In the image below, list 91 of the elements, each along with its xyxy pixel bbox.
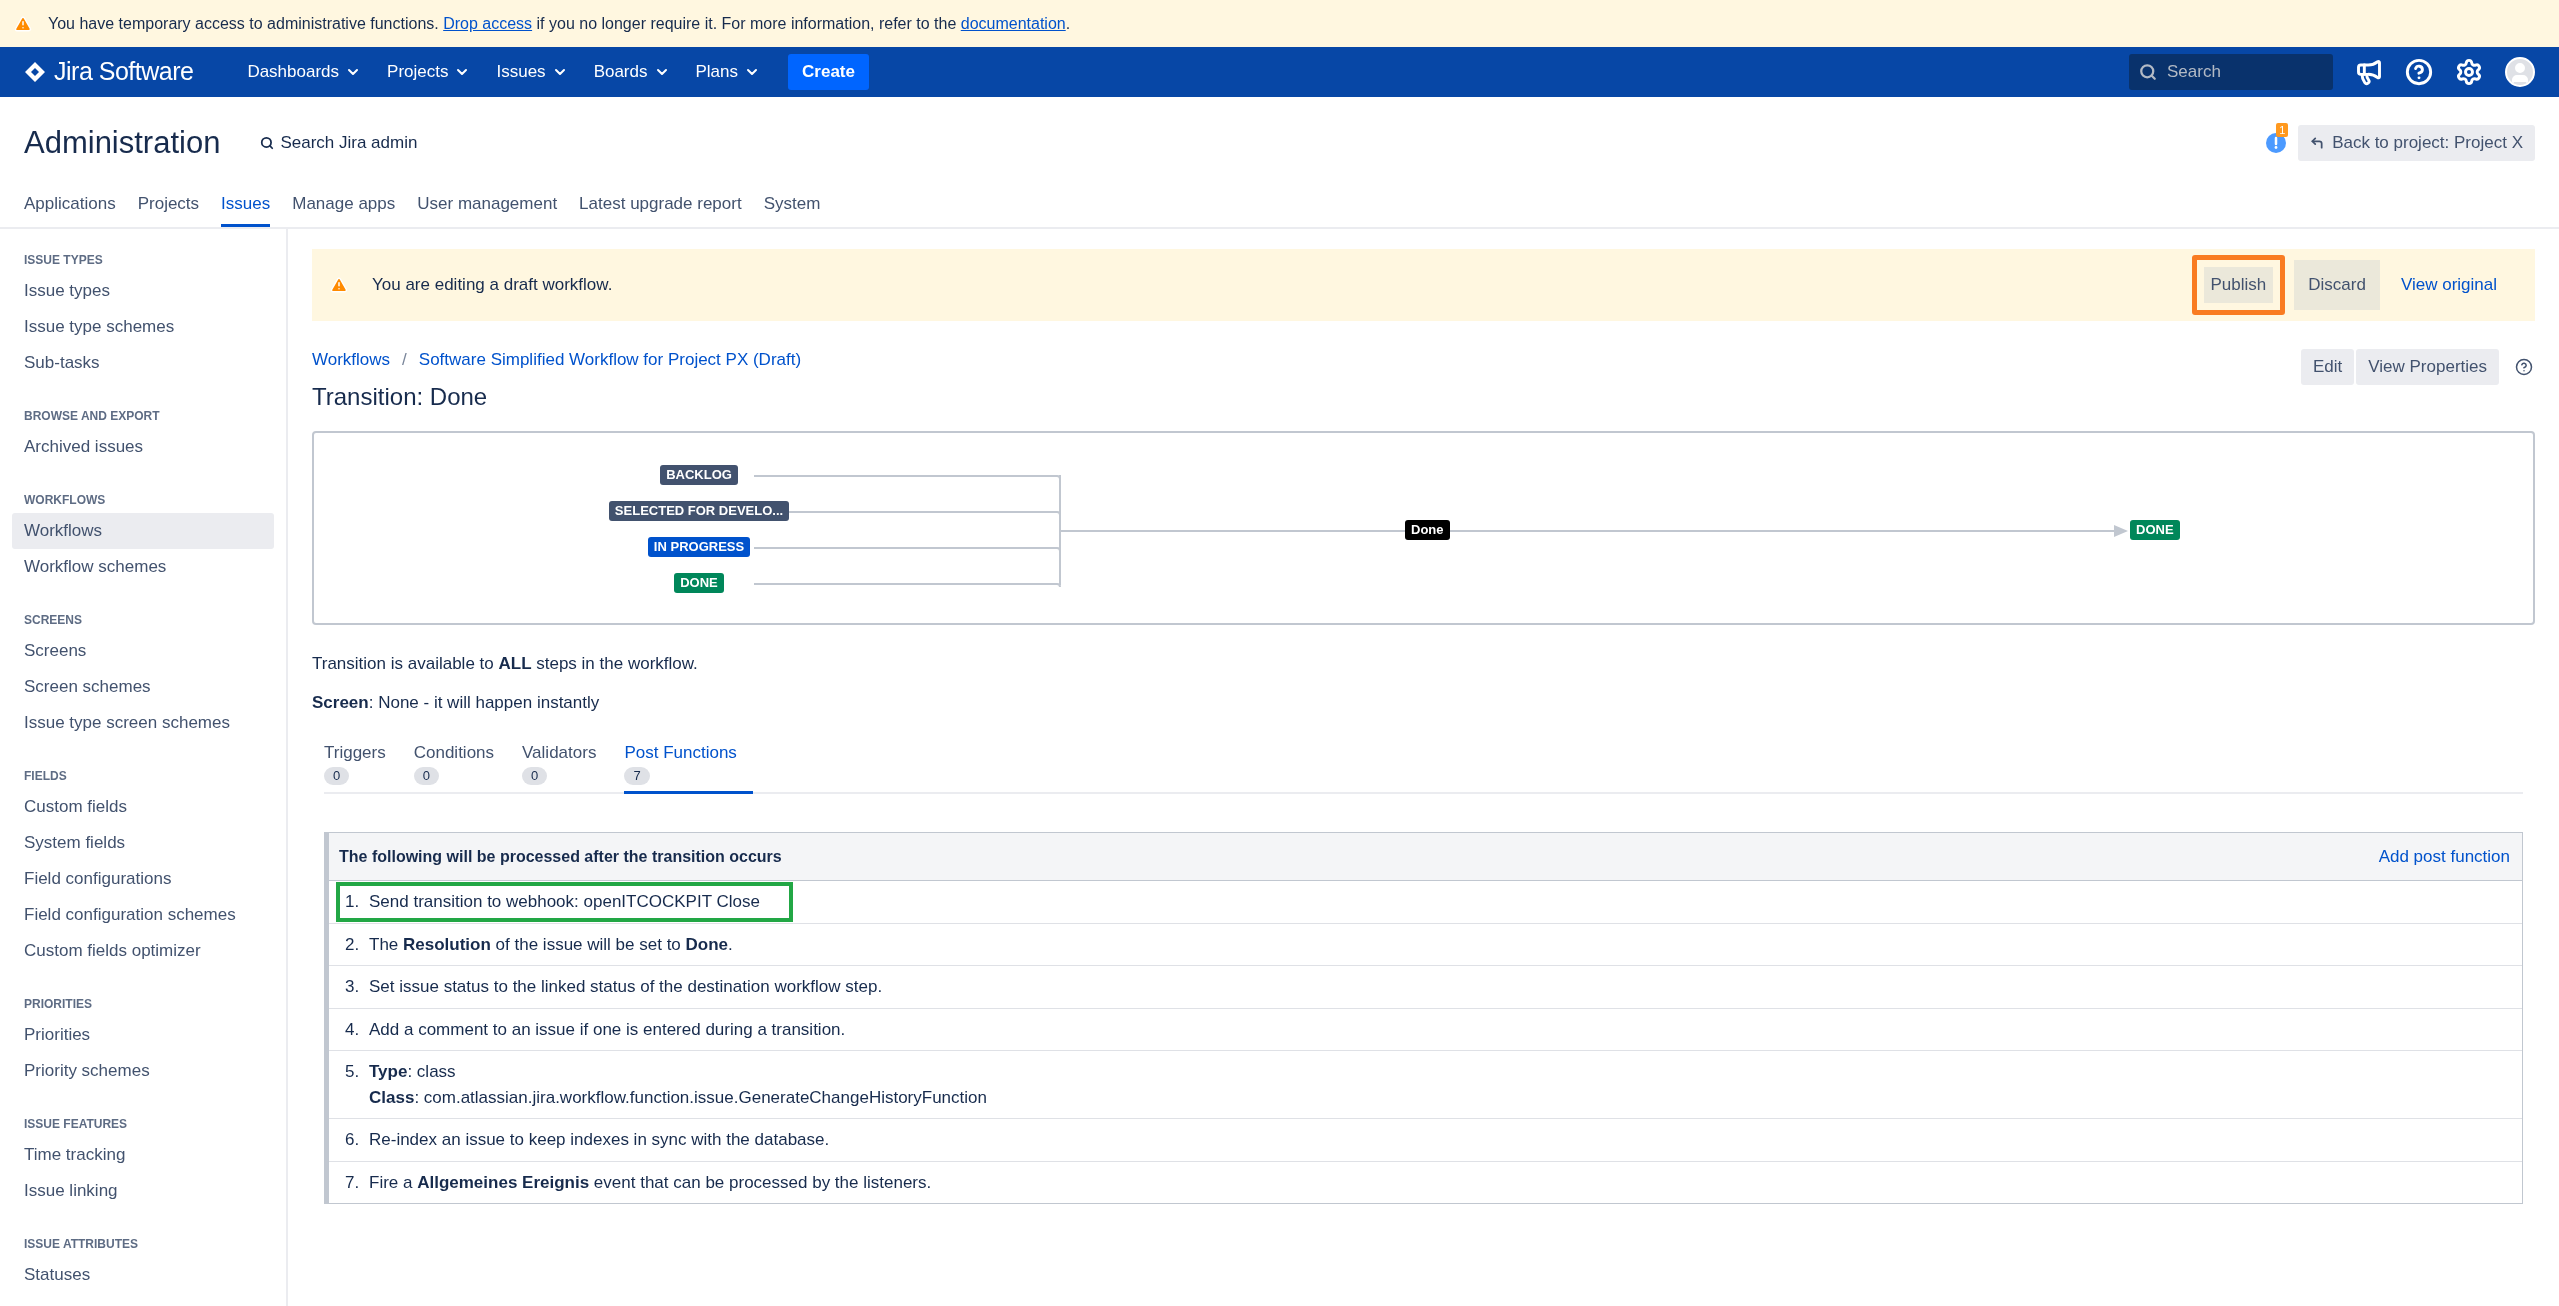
warning-icon — [14, 14, 32, 33]
post-function-row-text: 6. Re-index an issue to keep indexes in sync with the database. — [344, 1129, 831, 1151]
action-button[interactable]: Edit — [2300, 349, 2355, 385]
search-field[interactable]: Search — [2129, 54, 2333, 90]
add-post-function-link[interactable]: Add post function — [2378, 843, 2510, 870]
view-original-link[interactable]: View original — [2400, 272, 2497, 298]
transition-tab[interactable]: Validators 0 — [522, 739, 597, 794]
admin-tab[interactable]: System — [763, 190, 821, 227]
sidebar-item[interactable]: Issue types — [12, 273, 274, 309]
help-icon[interactable] — [2515, 358, 2533, 376]
draft-message: You are editing a draft workflow. — [372, 274, 613, 297]
sidebar-item[interactable]: Field configuration schemes — [12, 897, 274, 933]
status-lozenge: DONE — [674, 572, 724, 593]
notification-badge: 1 — [2276, 123, 2289, 137]
sidebar-item[interactable]: Issue type schemes — [12, 309, 274, 345]
sidebar-item[interactable]: Issue linking — [12, 1173, 274, 1209]
search-icon — [2139, 63, 2157, 81]
admin-search-link[interactable]: Search Jira admin — [280, 130, 418, 156]
breadcrumb-link[interactable]: Software Simplified Workflow for Project PX (Draft) — [418, 347, 802, 373]
sidebar-item[interactable]: Custom fields optimizer — [12, 933, 274, 969]
table-heading: The following will be processed after the transition occurs — [339, 846, 782, 867]
create-button[interactable]: Create — [788, 54, 869, 90]
post-function-row-text: 4. Add a comment to an issue if one is entered during a transition. — [344, 1018, 847, 1041]
status-lozenge: DONE — [2130, 519, 2180, 540]
status-lozenge: IN PROGRESS — [647, 536, 751, 557]
sidebar-item[interactable]: Priorities — [12, 1017, 274, 1053]
page-title: Administration — [24, 123, 221, 162]
sidebar-item[interactable]: Issue type screen schemes — [12, 705, 274, 741]
admin-tab[interactable]: Projects — [137, 190, 200, 227]
screen-text: Screen: None - it will happen instantly — [312, 692, 601, 714]
user-avatar[interactable] — [2505, 57, 2535, 87]
post-function-row-text: 7. Fire a Allgemeines Ereignis event that can be processed by the listeners. — [344, 1171, 933, 1194]
availability-text: Transition is available to ALL steps in the workflow. — [312, 652, 699, 675]
settings-icon[interactable] — [2455, 58, 2483, 86]
transition-tab[interactable]: Conditions 0 — [413, 739, 495, 794]
transition-label: Done — [1405, 519, 1450, 540]
sidebar-item[interactable]: Priority schemes — [12, 1053, 274, 1089]
sidebar-section-title: WORKFLOWS — [23, 492, 107, 509]
status-lozenge: SELECTED FOR DEVELO... — [608, 500, 790, 521]
breadcrumb-link[interactable]: Workflows — [312, 347, 391, 373]
warning-icon — [330, 276, 348, 294]
sidebar-section-title: ISSUE ATTRIBUTES — [23, 1236, 139, 1253]
megaphone-icon[interactable] — [2355, 58, 2383, 86]
sidebar-item[interactable]: System fields — [12, 825, 274, 861]
sidebar-item[interactable]: Statuses — [12, 1257, 274, 1293]
sidebar-item[interactable]: Sub-tasks — [12, 345, 274, 381]
transition-title: Transition: Done — [312, 381, 489, 412]
nav-menu[interactable]: Dashboards — [239, 54, 370, 90]
sidebar-section-title: FIELDS — [23, 768, 68, 785]
admin-tab[interactable]: Latest upgrade report — [579, 190, 742, 227]
sidebar-section-title: ISSUE FEATURES — [23, 1116, 129, 1133]
diamond-logo-icon — [24, 61, 46, 83]
admin-tab[interactable]: Issues — [221, 190, 271, 227]
post-function-row-text: 2. The Resolution of the issue will be set to Done. — [344, 933, 734, 956]
back-to-project-button[interactable]: Back to project: Project X — [2298, 125, 2535, 161]
sidebar-item[interactable]: Workflow schemes — [12, 549, 274, 585]
sidebar-section-title: BROWSE AND EXPORT — [23, 408, 161, 425]
info-icon[interactable] — [2266, 133, 2287, 153]
search-input[interactable]: Search — [2167, 59, 2307, 85]
admin-tab[interactable]: User management — [417, 190, 558, 227]
banner-link[interactable]: Drop access — [443, 14, 533, 32]
sidebar-item[interactable]: Time tracking — [12, 1137, 274, 1173]
sidebar-item[interactable]: Field configurations — [12, 861, 274, 897]
admin-tab[interactable]: Manage apps — [292, 190, 396, 227]
nav-menu[interactable]: Plans — [687, 54, 769, 90]
status-lozenge: BACKLOG — [660, 464, 738, 485]
sidebar-section-title: ISSUE TYPES — [23, 252, 104, 269]
sidebar-item[interactable]: Screen schemes — [12, 669, 274, 705]
transition-tab[interactable]: Triggers 0 — [324, 739, 386, 794]
sidebar-item[interactable]: Screens — [12, 633, 274, 669]
access-message: You have temporary access to administrative functions. Drop access if you no longer require it. For more information, refer to the documentation. — [48, 13, 1071, 34]
sidebar-item[interactable]: Custom fields — [12, 789, 274, 825]
back-arrow-icon — [2310, 136, 2325, 150]
transition-tab[interactable]: Post Functions 7 — [624, 739, 753, 794]
post-function-row: 1. Send transition to webhook: openITCOCKPIT Close — [339, 885, 790, 919]
sidebar-section-title: SCREENS — [23, 612, 83, 629]
sidebar-item[interactable]: Workflows — [12, 513, 274, 549]
sidebar-item[interactable]: Archived issues — [12, 429, 274, 465]
search-icon — [260, 136, 275, 150]
breadcrumb-separator: / — [402, 349, 407, 371]
post-function-row-text: 5. Type: class Class: com.atlassian.jira.workflow.function.issue.GenerateChangeHistoryFunction — [344, 1061, 988, 1109]
banner-link[interactable]: documentation — [960, 14, 1066, 32]
admin-tab[interactable]: Applications — [24, 190, 116, 227]
product-logo-text[interactable]: Jira Software — [54, 53, 194, 91]
nav-menu[interactable]: Issues — [488, 54, 576, 90]
post-function-row-text: 3. Set issue status to the linked status of the destination workflow step. — [344, 976, 884, 998]
nav-menu[interactable]: Boards — [585, 54, 678, 90]
action-button[interactable]: View Properties — [2356, 349, 2499, 385]
banner-button[interactable]: Publish — [2191, 255, 2286, 315]
nav-menu[interactable]: Projects — [379, 54, 479, 90]
sidebar-section-title: PRIORITIES — [23, 996, 93, 1013]
